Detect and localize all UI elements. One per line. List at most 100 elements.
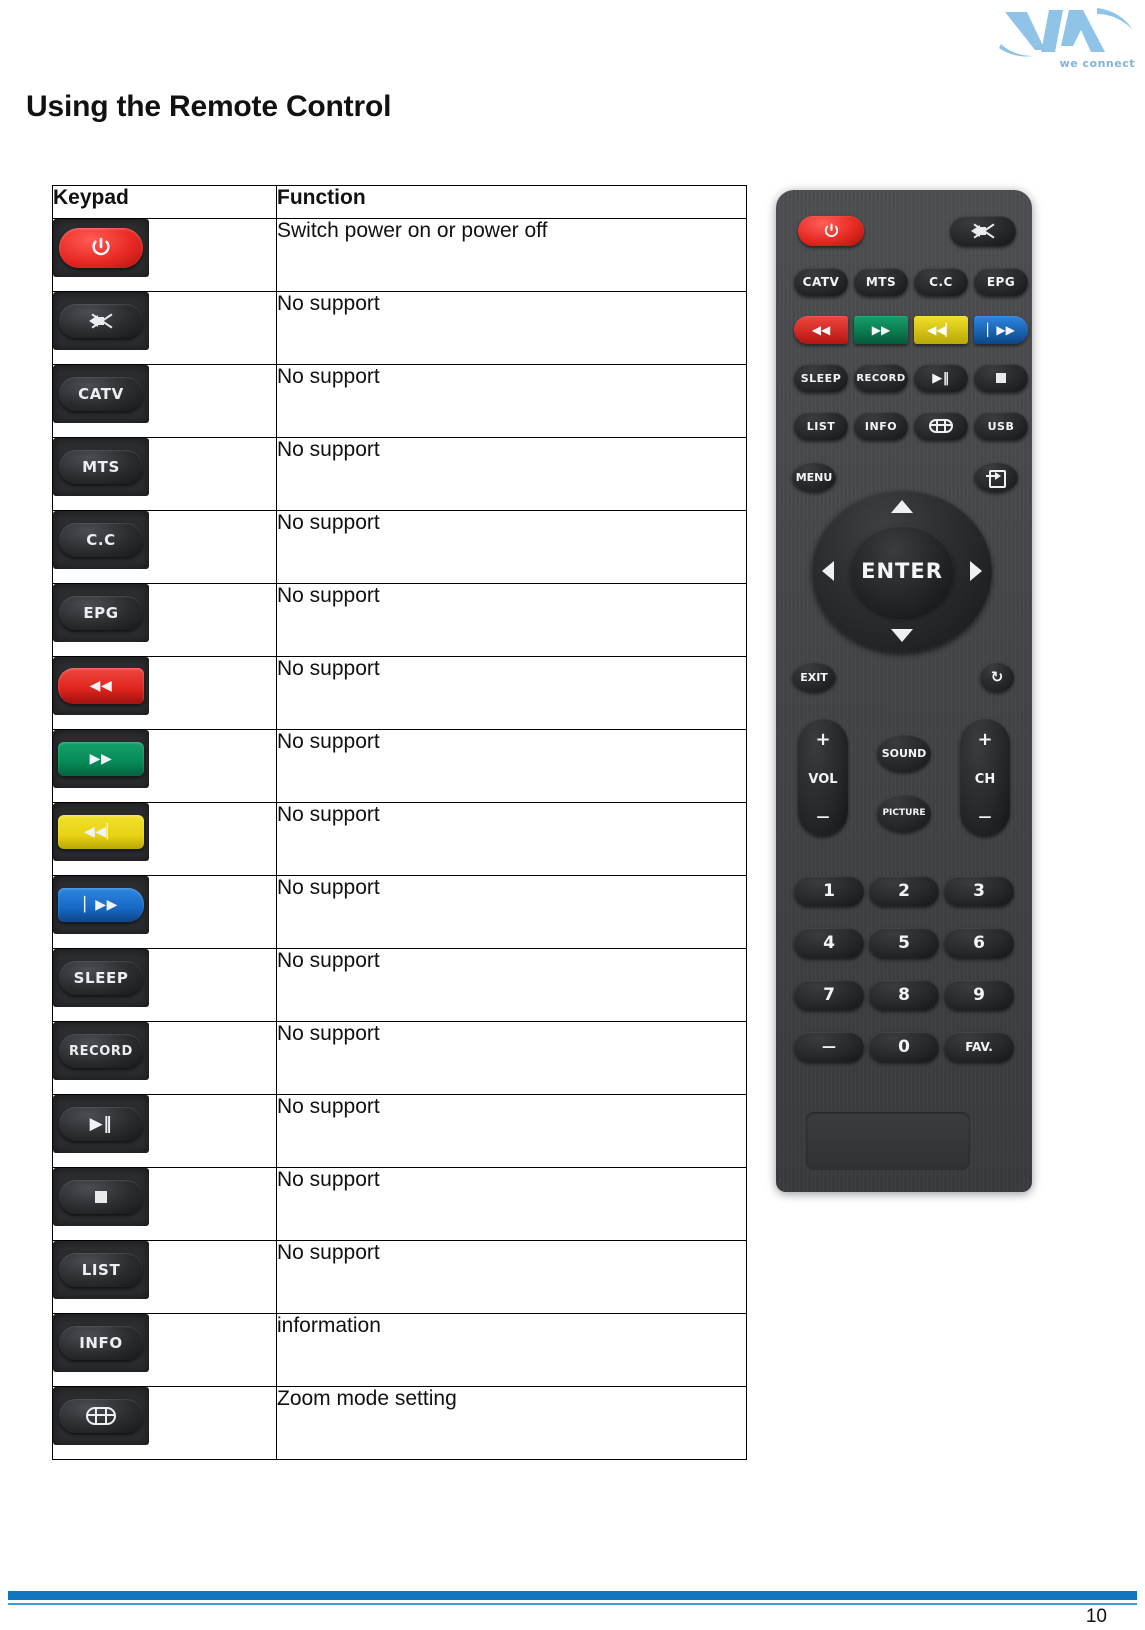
- fast-forward-icon: ▶▶: [53, 730, 149, 788]
- keypad-function-table: Keypad Function Switch power on or power…: [52, 185, 747, 1460]
- table-row: Zoom mode setting: [52, 1386, 747, 1460]
- remote-exit-button: EXIT: [792, 662, 836, 692]
- stop-icon: [996, 373, 1006, 383]
- remote-number-1: 1: [794, 876, 864, 906]
- remote-zoom-button: [914, 412, 968, 440]
- function-cell: No support: [276, 291, 747, 365]
- mts-button: MTS: [53, 438, 149, 496]
- keypad-cell-mts: MTS: [52, 437, 277, 511]
- power-glyph: [92, 237, 110, 256]
- remote-number-6: 6: [944, 928, 1014, 958]
- list-button: LIST: [53, 1241, 149, 1299]
- keypad-cell-record: RECORD: [52, 1021, 277, 1095]
- table-row: ▏▶▶ No support: [52, 875, 747, 949]
- record-button: RECORD: [53, 1022, 149, 1080]
- keypad-cell-info: INFO: [52, 1313, 277, 1387]
- remote-return-button: ↻: [980, 662, 1014, 692]
- via-logo: we connect: [997, 4, 1137, 72]
- keypad-cell-sleep: SLEEP: [52, 948, 277, 1022]
- remote-control-photo: CATV MTS C.C EPG ◀◀ ▶▶ ◀◀▏ ▏▶▶ SLEEP REC…: [776, 190, 1032, 1192]
- table-row: INFO information: [52, 1313, 747, 1387]
- remote-number-9: 9: [944, 980, 1014, 1010]
- sleep-button: SLEEP: [53, 949, 149, 1007]
- remote-number-5: 5: [869, 928, 939, 958]
- remote-stop-button: [974, 364, 1028, 392]
- remote-info-button: INFO: [854, 412, 908, 440]
- via-logo-mark: [999, 8, 1133, 57]
- function-cell: No support: [276, 364, 747, 438]
- function-cell: No support: [276, 1094, 747, 1168]
- record-key-label: RECORD: [59, 1034, 143, 1068]
- remote-rewind-button: ◀◀: [794, 316, 848, 344]
- catv-button: CATV: [53, 365, 149, 423]
- keypad-cell-fastforward: ▶▶: [52, 729, 277, 803]
- rewind-icon: ◀◀: [53, 657, 149, 715]
- table-row: ◀◀▏ No support: [52, 802, 747, 876]
- function-cell: No support: [276, 1167, 747, 1241]
- page-title: Using the Remote Control: [26, 90, 392, 123]
- keypad-cell-cc: C.C: [52, 510, 277, 584]
- remote-sound-button: SOUND: [877, 734, 931, 772]
- table-row: C.C No support: [52, 510, 747, 584]
- remote-menu-button: MENU: [792, 462, 836, 492]
- keypad-cell-zoom: [52, 1386, 277, 1460]
- volume-label: VOL: [808, 772, 838, 788]
- remote-sleep-button: SLEEP: [794, 364, 848, 392]
- table-row: LIST No support: [52, 1240, 747, 1314]
- channel-label: CH: [974, 772, 996, 788]
- volume-minus-label: —: [816, 809, 830, 825]
- stop-glyph: [95, 1191, 107, 1203]
- remote-number-4: 4: [794, 928, 864, 958]
- logo-tagline: we connect: [1059, 57, 1135, 70]
- rewind-glyph: ◀◀: [89, 678, 113, 694]
- remote-source-button: [974, 462, 1018, 492]
- mute-glyph: [88, 311, 114, 331]
- footer-bar-secondary: [8, 1603, 1137, 1605]
- function-cell: No support: [276, 510, 747, 584]
- table-row: ◀◀ No support: [52, 656, 747, 730]
- remote-epg-button: EPG: [974, 268, 1028, 296]
- arrow-up-icon: [891, 500, 913, 513]
- remote-navigation-ring: ENTER: [812, 490, 992, 652]
- remote-catv-button: CATV: [794, 268, 848, 296]
- keypad-cell-epg: EPG: [52, 583, 277, 657]
- table-row: ▶▶ No support: [52, 729, 747, 803]
- remote-volume-rocker: + VOL —: [798, 718, 848, 836]
- fast-forward-glyph: ▶▶: [89, 751, 113, 767]
- function-cell: No support: [276, 1021, 747, 1095]
- remote-number-7: 7: [794, 980, 864, 1010]
- arrow-right-icon: [970, 561, 982, 581]
- next-track-glyph: ▏▶▶: [83, 897, 119, 913]
- function-cell: Switch power on or power off: [276, 218, 747, 292]
- function-cell: No support: [276, 656, 747, 730]
- header-function: Function: [276, 185, 747, 219]
- mute-key: [59, 304, 143, 338]
- table-row: No support: [52, 291, 747, 365]
- volume-plus-label: +: [815, 729, 831, 751]
- info-key-label: INFO: [59, 1326, 143, 1360]
- table-header-row: Keypad Function: [52, 185, 747, 219]
- function-cell: No support: [276, 729, 747, 803]
- epg-button: EPG: [53, 584, 149, 642]
- footer-bar-primary: [8, 1591, 1137, 1600]
- cc-button: C.C: [53, 511, 149, 569]
- previous-track-glyph: ◀◀▏: [83, 824, 119, 840]
- play-pause-icon: ▶‖: [53, 1095, 149, 1153]
- info-button: INFO: [53, 1314, 149, 1372]
- channel-plus-label: +: [977, 729, 993, 751]
- power-icon: [53, 219, 149, 277]
- keypad-cell-power: [52, 218, 277, 292]
- play-pause-glyph: ▶‖: [89, 1113, 113, 1134]
- keypad-cell-catv: CATV: [52, 364, 277, 438]
- table-row: Switch power on or power off: [52, 218, 747, 292]
- remote-number-0: 0: [869, 1032, 939, 1062]
- zoom-grid-icon: [929, 419, 953, 433]
- previous-track-icon: ◀◀▏: [53, 803, 149, 861]
- remote-number-2: 2: [869, 876, 939, 906]
- table-row: EPG No support: [52, 583, 747, 657]
- keypad-cell-rewind: ◀◀: [52, 656, 277, 730]
- arrow-down-icon: [891, 629, 913, 642]
- channel-minus-label: —: [978, 809, 992, 825]
- remote-enter-button: ENTER: [850, 525, 954, 617]
- table-row: CATV No support: [52, 364, 747, 438]
